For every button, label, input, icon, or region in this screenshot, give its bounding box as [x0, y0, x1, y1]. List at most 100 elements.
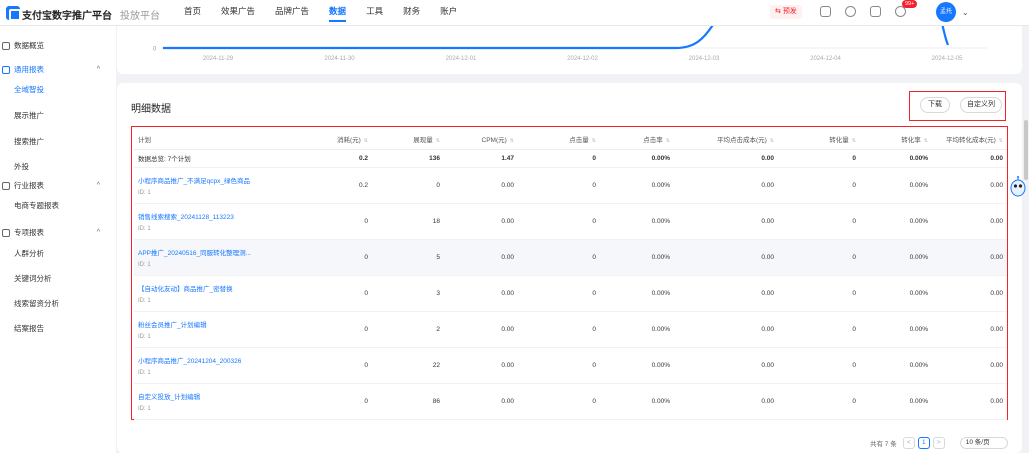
table-cell: 0 — [302, 239, 372, 276]
table-cell: 86 — [372, 383, 444, 420]
sort-icon[interactable]: ⇅ — [852, 138, 856, 144]
chevron-down-icon[interactable]: ⌄ — [962, 8, 969, 17]
table-row: 销售线索搜索_20241128_113223 ID: 1 0 18 0.00 0 0.00%… — [134, 203, 1007, 240]
page-title: 明细数据 — [131, 104, 171, 115]
plan-name-link[interactable]: 小程序商品推广_不满足qcpx_绿色商品 — [138, 175, 298, 185]
table-cell: 0 — [778, 311, 860, 348]
sidebar-item-closing-report[interactable]: 结案报告 — [0, 321, 116, 337]
table-cell: 0.00 — [444, 383, 518, 420]
x-tick-label: 2024-12-04 — [810, 56, 841, 62]
table-cell: 0 — [518, 311, 600, 348]
page-1-button[interactable]: 1 — [917, 437, 930, 449]
nav-item-home[interactable]: 首页 — [184, 0, 201, 26]
sidebar-item-search[interactable]: 搜索推广 — [0, 134, 116, 150]
detail-table-highlight: 计划 消耗(元) ⇅ 展现量 ⇅ CPM(元) ⇅ 点击量 ⇅ 点击率 ⇅ 平均点击成本(元) ⇅ 转化量… — [131, 126, 1008, 420]
sort-icon[interactable]: ⇅ — [770, 138, 774, 144]
sort-icon[interactable]: ⇅ — [436, 138, 440, 144]
sort-icon[interactable]: ⇅ — [364, 138, 368, 144]
table-row: 自定义投放_计划编辑 ID: 1 0 86 0.00 0 0.00% 0.00 0 0.00% 0.… — [134, 383, 1007, 420]
nav-item-account[interactable]: 账户 — [440, 0, 457, 26]
plan-name-link[interactable]: 自定义投放_计划编辑 — [138, 391, 298, 401]
nav-item-tools[interactable]: 工具 — [366, 0, 383, 26]
table-cell: 0.00% — [600, 167, 674, 204]
x-tick-label: 2024-12-01 — [446, 56, 477, 62]
sidebar-group-label: 专项报表 — [14, 228, 44, 237]
plan-name-link[interactable]: 小程序商品推广_20241204_200326 — [138, 355, 298, 365]
table-row: 【自动化友动】商品推广_密替换 ID: 1 0 3 0.00 0 0.00% 0.00 0 0.0… — [134, 275, 1007, 312]
table-cell: 0.00 — [674, 347, 778, 384]
column-header[interactable]: 展现量 ⇅ — [372, 129, 444, 150]
detail-data-card: 明细数据 下载 自定义列 计划 消耗(元) ⇅ 展现量 ⇅ CPM(元) ⇅ 点击量 ⇅ 点击率 ⇅… — [117, 83, 1022, 453]
env-warning-badge[interactable]: ⇆ 预发 — [770, 5, 802, 19]
sort-icon[interactable]: ⇅ — [924, 138, 928, 144]
table-cell: 0 — [518, 347, 600, 384]
custom-columns-button[interactable]: 自定义列 — [960, 97, 1002, 113]
table-cell: 0 — [778, 383, 860, 420]
plan-name-link[interactable]: 销售线索搜索_20241128_113223 — [138, 211, 298, 221]
table-cell: 0.00 — [674, 311, 778, 348]
column-header[interactable]: 转化量 ⇅ — [778, 129, 860, 150]
column-header-label: 消耗(元) — [336, 136, 361, 144]
sidebar-group-industry[interactable]: 行业报表 ^ — [0, 178, 116, 194]
assistant-robot-icon[interactable] — [1010, 176, 1026, 198]
sidebar-group-special[interactable]: 专项报表 ^ — [0, 225, 116, 241]
table-cell: 0.00 — [444, 347, 518, 384]
plan-cell: 销售线索搜索_20241128_113223 ID: 1 — [134, 203, 302, 240]
sidebar-item-overview[interactable]: 数据概览 — [0, 38, 116, 54]
table-cell: 0 — [302, 275, 372, 312]
plan-name-link[interactable]: 粉丝会员推广_计划编辑 — [138, 319, 298, 329]
sort-icon[interactable]: ⇅ — [666, 138, 670, 144]
summary-cell: 0.00% — [860, 149, 932, 168]
sidebar-item-keyword[interactable]: 关键词分析 — [0, 271, 116, 287]
sidebar-item-external[interactable]: 外投 — [0, 159, 116, 175]
nav-item-performance-ads[interactable]: 效果广告 — [221, 0, 255, 26]
sidebar-item-audience[interactable]: 人群分析 — [0, 246, 116, 262]
avatar[interactable]: 孟托 — [936, 2, 956, 22]
mobile-icon[interactable] — [820, 6, 831, 17]
next-page-button[interactable]: > — [932, 437, 945, 449]
sort-icon[interactable]: ⇅ — [510, 138, 514, 144]
pagination-total: 共有 7 条 — [870, 441, 897, 448]
table-row: 小程序商品推广_不满足qcpx_绿色商品 ID: 1 0.2 0 0.00 0 0.00% 0… — [134, 167, 1007, 204]
column-header[interactable]: 平均转化成本(元) ⇅ — [932, 129, 1007, 150]
sidebar-item-display[interactable]: 展示推广 — [0, 108, 116, 124]
page-size-select[interactable]: 10 条/页 — [959, 437, 1008, 449]
clipboard-icon[interactable] — [870, 6, 881, 17]
special-report-icon — [2, 229, 10, 237]
table-cell: 0.00 — [674, 275, 778, 312]
table-cell: 0.00% — [600, 239, 674, 276]
sidebar-item-ecommerce[interactable]: 电商专题报表 — [0, 198, 116, 214]
sort-icon[interactable]: ⇅ — [592, 138, 596, 144]
table-cell: 0.00 — [932, 347, 1007, 384]
plan-id: ID: 1 — [138, 405, 151, 412]
sidebar-item-lead[interactable]: 线索留资分析 — [0, 296, 116, 312]
column-header[interactable]: 点击率 ⇅ — [600, 129, 674, 150]
column-header[interactable]: 点击量 ⇅ — [518, 129, 600, 150]
x-tick-label: 2024-12-02 — [567, 56, 598, 62]
sidebar-item-omni-smart[interactable]: 全域智投 — [0, 82, 116, 98]
column-header[interactable]: CPM(元) ⇅ — [444, 129, 518, 150]
column-header[interactable]: 消耗(元) ⇅ — [302, 129, 372, 150]
plan-name-link[interactable]: 【自动化友动】商品推广_密替换 — [138, 283, 298, 293]
download-button[interactable]: 下载 — [920, 97, 950, 113]
plan-name-link[interactable]: APP推广_20240516_同服转化整理测... — [138, 247, 298, 257]
main-nav: 首页 效果广告 品牌广告 数据 工具 财务 账户 — [184, 0, 477, 26]
help-icon[interactable] — [845, 6, 856, 17]
sort-icon[interactable]: ⇅ — [999, 138, 1003, 144]
nav-item-data[interactable]: 数据 — [329, 0, 347, 22]
table-cell: 0.00 — [444, 311, 518, 348]
table-cell: 0.00 — [932, 275, 1007, 312]
nav-item-finance[interactable]: 财务 — [403, 0, 420, 26]
table-cell: 0.00 — [932, 203, 1007, 240]
nav-item-brand-ads[interactable]: 品牌广告 — [275, 0, 309, 26]
table-cell: 0.00% — [600, 311, 674, 348]
column-header[interactable]: 平均点击成本(元) ⇅ — [674, 129, 778, 150]
column-header[interactable]: 转化率 ⇅ — [860, 129, 932, 150]
sidebar-group-general[interactable]: 通用报表 ^ — [0, 62, 116, 78]
table-cell: 0.00% — [860, 239, 932, 276]
series-line — [163, 26, 950, 50]
trend-chart-card: 0 2024-11-29 2024-11-30 2024-12-01 2024-12-0… — [117, 26, 1022, 74]
table-cell: 0.00 — [932, 311, 1007, 348]
prev-page-button[interactable]: < — [902, 437, 915, 449]
scrollbar-thumb[interactable] — [1024, 120, 1028, 180]
